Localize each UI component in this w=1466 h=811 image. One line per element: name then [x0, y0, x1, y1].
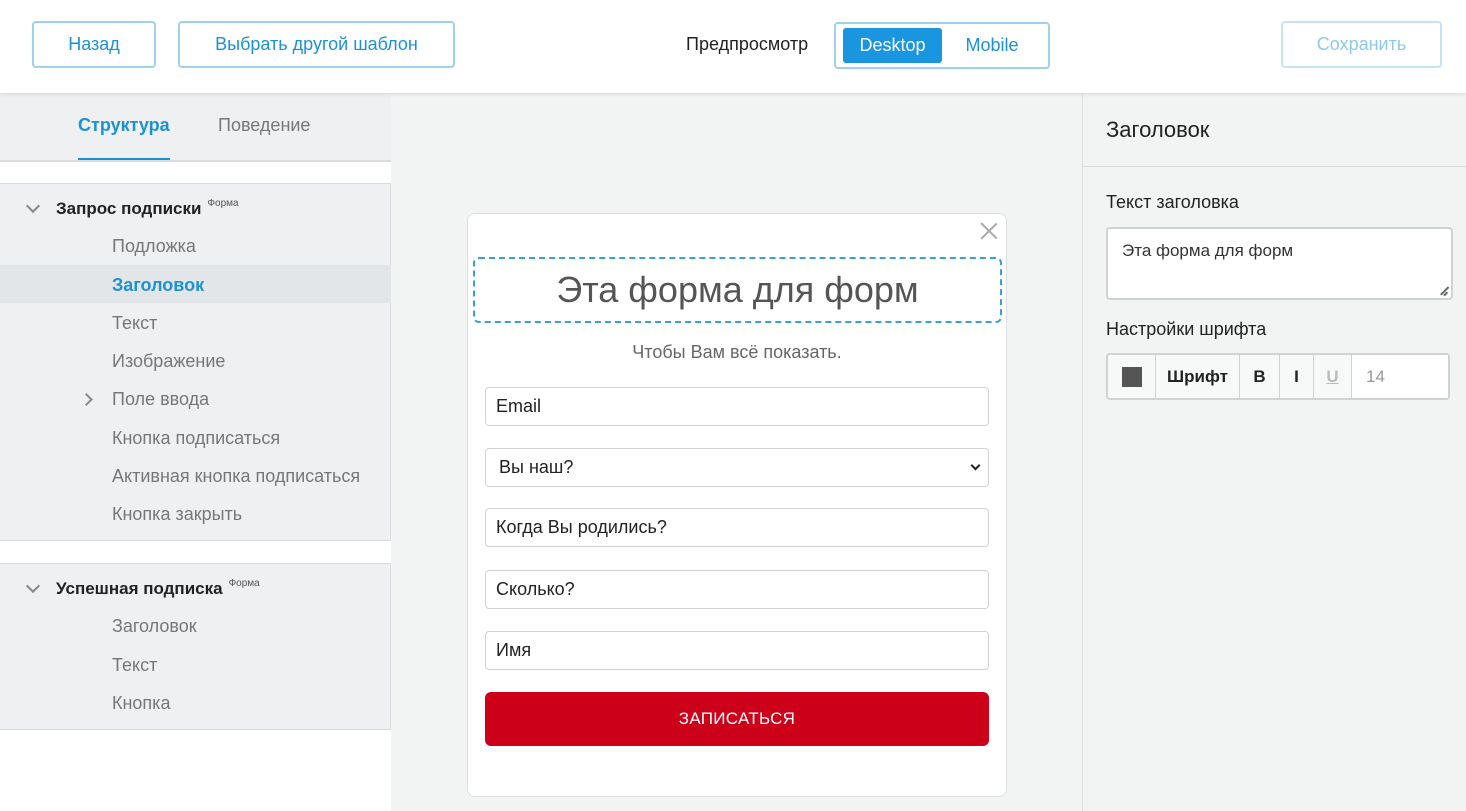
name-field[interactable]: Имя — [485, 631, 989, 670]
tree-item-image[interactable]: Изображение — [112, 351, 225, 372]
font-toolbar: Шрифт B I U 14 — [1106, 353, 1450, 400]
form-preview-modal: Эта форма для форм Чтобы Вам всё показат… — [467, 213, 1007, 797]
group-title: Запрос подписки — [56, 199, 202, 218]
tree-item-text[interactable]: Текст — [112, 313, 157, 334]
headline-text-value: Эта форма для форм — [1122, 241, 1294, 260]
headline-text-input[interactable]: Эта форма для форм — [1106, 227, 1453, 300]
tree-item-headline[interactable]: Заголовок — [112, 275, 204, 296]
font-settings-label: Настройки шрифта — [1106, 319, 1267, 339]
tree-item-input-field[interactable]: Поле ввода — [112, 389, 209, 410]
close-icon[interactable] — [980, 222, 998, 240]
select-value: Вы наш? — [499, 457, 574, 477]
chevron-down-icon — [970, 460, 981, 471]
tree-item-close-button[interactable]: Кнопка закрыть — [112, 504, 242, 525]
group-subscription-success[interactable]: Успешная подписка Форма — [25, 577, 260, 599]
tree-item-active-subscribe-button[interactable]: Активная кнопка подписаться — [112, 466, 360, 487]
form-subtitle[interactable]: Чтобы Вам всё показать. — [468, 342, 1006, 363]
amount-field[interactable]: Сколько? — [485, 570, 989, 609]
divider — [0, 161, 391, 184]
font-size-input[interactable]: 14 — [1352, 355, 1448, 398]
preview-mode-toggle: Desktop Mobile — [834, 22, 1050, 69]
tree-item-success-text[interactable]: Текст — [112, 655, 157, 676]
color-swatch-icon — [1121, 366, 1142, 387]
tree-item-success-button[interactable]: Кнопка — [112, 693, 170, 714]
save-button[interactable]: Сохранить — [1281, 21, 1442, 68]
resize-handle-icon[interactable] — [1439, 286, 1448, 295]
panel-tabs: Структура Поведение — [0, 93, 391, 161]
group-subscription-request[interactable]: Запрос подписки Форма — [25, 197, 239, 219]
group-badge: Форма — [228, 577, 260, 589]
bold-button[interactable]: B — [1240, 355, 1280, 398]
birthdate-field[interactable]: Когда Вы родились? — [485, 508, 989, 547]
subscribe-button[interactable]: ЗАПИСАТЬСЯ — [485, 692, 989, 746]
italic-button[interactable]: I — [1280, 355, 1314, 398]
tree-item-subscribe-button[interactable]: Кнопка подписаться — [112, 428, 280, 449]
chevron-right-icon[interactable] — [80, 393, 93, 406]
tree-item-success-headline[interactable]: Заголовок — [112, 616, 197, 637]
divider — [0, 540, 391, 564]
group-title: Успешная подписка — [56, 579, 223, 598]
properties-title: Заголовок — [1106, 117, 1210, 142]
properties-panel: Заголовок Текст заголовка Эта форма для … — [1082, 93, 1466, 811]
font-color-button[interactable] — [1108, 355, 1156, 398]
member-select[interactable]: Вы наш? — [485, 448, 989, 487]
font-family-button[interactable]: Шрифт — [1156, 355, 1240, 398]
structure-panel: Структура Поведение Запрос подписки Форм… — [0, 93, 391, 811]
chevron-down-icon — [25, 578, 41, 594]
preview-label: Предпросмотр — [686, 34, 809, 54]
preview-mobile-button[interactable]: Mobile — [950, 28, 1034, 63]
underline-button[interactable]: U — [1314, 355, 1352, 398]
group-badge: Форма — [207, 197, 239, 209]
tree-item-backdrop[interactable]: Подложка — [112, 236, 196, 257]
tab-structure[interactable]: Структура — [78, 115, 170, 160]
preview-desktop-button[interactable]: Desktop — [843, 28, 942, 63]
top-toolbar: Назад Выбрать другой шаблон Предпросмотр… — [0, 0, 1466, 93]
headline-text-label: Текст заголовка — [1106, 192, 1239, 212]
choose-template-button[interactable]: Выбрать другой шаблон — [178, 21, 455, 68]
chevron-down-icon — [25, 198, 41, 214]
divider — [1083, 166, 1466, 167]
back-button[interactable]: Назад — [32, 21, 156, 68]
email-field[interactable]: Email — [485, 387, 989, 426]
divider — [0, 729, 391, 811]
tab-behavior[interactable]: Поведение — [218, 115, 310, 136]
form-headline[interactable]: Эта форма для форм — [473, 257, 1002, 323]
